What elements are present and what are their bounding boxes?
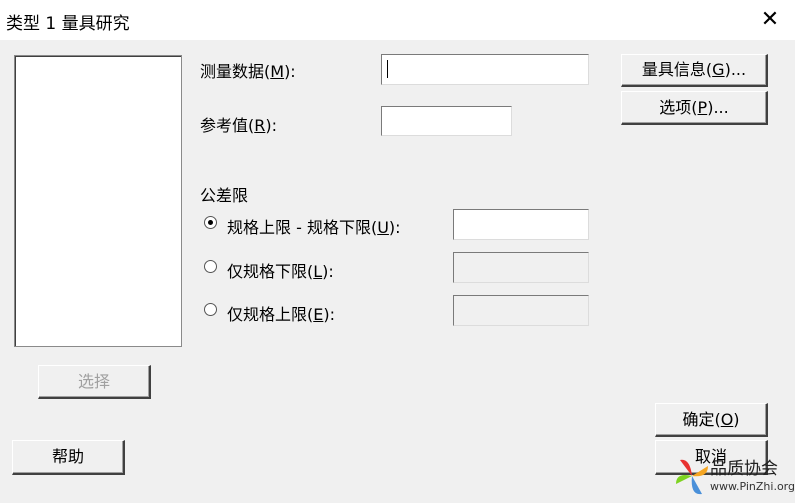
option-lsl-only-label[interactable]: 仅规格下限(L):	[227, 258, 334, 282]
radio-lsl-only[interactable]	[204, 260, 217, 273]
window-title: 类型 1 量具研究	[6, 14, 130, 34]
usl-lsl-input[interactable]	[453, 209, 589, 240]
lsl-only-input	[453, 252, 589, 283]
watermark-text: 品质协会	[710, 459, 778, 479]
options-button[interactable]: 选项(P)...	[621, 91, 768, 125]
help-button[interactable]: 帮助	[12, 440, 125, 475]
measurement-data-input[interactable]	[381, 54, 589, 85]
pinwheel-logo-icon	[676, 459, 708, 495]
reference-value-input[interactable]	[381, 106, 512, 136]
gage-info-button[interactable]: 量具信息(G)...	[621, 54, 768, 87]
radio-usl-only[interactable]	[204, 303, 217, 316]
ok-button[interactable]: 确定(O)	[655, 403, 768, 437]
usl-only-input	[453, 295, 589, 326]
option-usl-only-label[interactable]: 仅规格上限(E):	[227, 301, 335, 325]
watermark: 品质协会 www.PinZhi.org	[672, 454, 795, 499]
select-button: 选择	[38, 365, 151, 399]
close-icon[interactable]: ✕	[756, 6, 784, 34]
radio-usl-lsl[interactable]	[204, 216, 217, 229]
watermark-url: www.PinZhi.org	[710, 480, 795, 493]
variables-listbox[interactable]	[14, 55, 182, 347]
text-caret	[387, 60, 388, 78]
option-usl-lsl-label[interactable]: 规格上限 - 规格下限(U):	[227, 214, 401, 238]
tolerance-heading: 公差限	[200, 186, 249, 205]
measurement-data-label: 测量数据(M):	[200, 62, 296, 81]
reference-value-label: 参考值(R):	[200, 116, 278, 135]
title-bar: 类型 1 量具研究 ✕	[0, 0, 795, 40]
